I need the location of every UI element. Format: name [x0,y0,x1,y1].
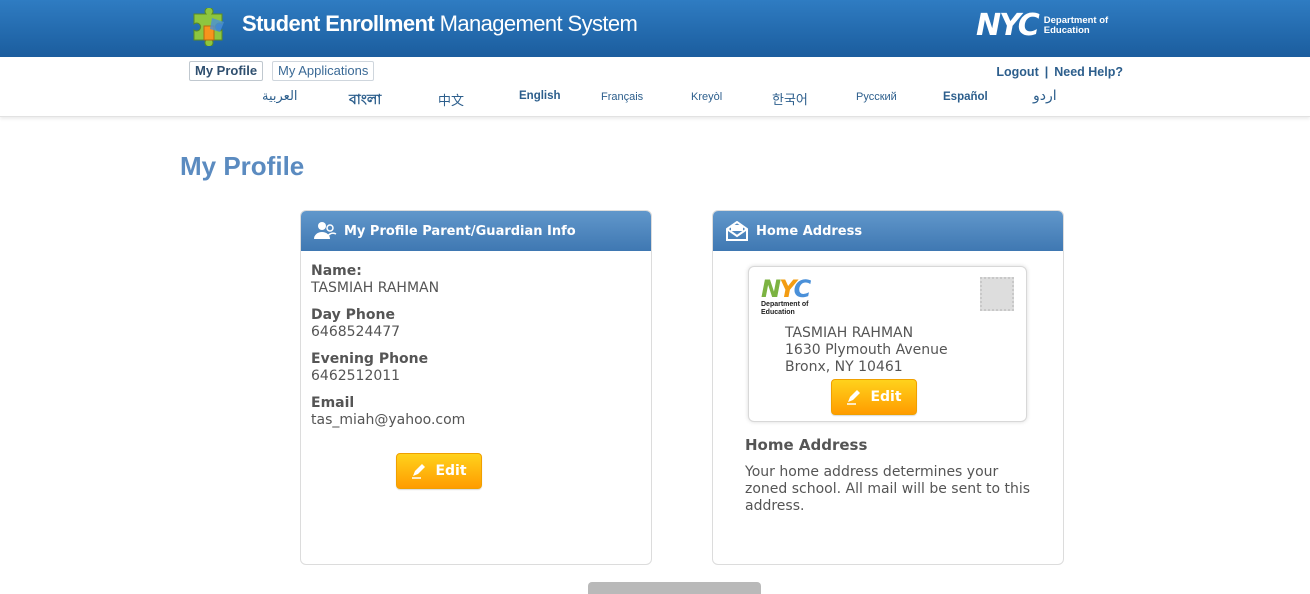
email-label: Email [311,395,355,411]
tab-my-profile[interactable]: My Profile [189,61,264,81]
guardian-card-title: My Profile Parent/Guardian Info [344,223,576,239]
address-info-title: Home Address [745,436,868,454]
pencil-icon [412,464,426,479]
lang-french[interactable]: Français [601,91,643,103]
lang-russian[interactable]: Русский [856,91,897,103]
lang-chinese[interactable]: 中文 [438,90,464,109]
home-address-card: Home Address NYC Department of Education… [712,210,1064,565]
lang-kreyol[interactable]: Kreyòl [691,91,722,103]
page-title: My Profile [180,151,305,181]
top-links: Logout | Need Help? [996,65,1123,79]
lang-arabic[interactable]: العربية [262,89,298,104]
bottom-action-bar[interactable] [588,582,761,594]
name-label: Name: [311,263,362,279]
envelope-icon [725,220,749,242]
puzzle-logo-icon [193,8,224,46]
nyc-doe-logo: NYC Department of Education [976,11,1124,41]
envelope-nyc-logo: NYC Department of Education [761,277,821,317]
nyc-letters: NYC [761,275,811,303]
pencil-icon [847,390,861,405]
edit-guardian-button[interactable]: Edit [396,453,482,489]
address-city: Bronx, NY 10461 [785,359,903,375]
nyc-logo-dept: Department of Education [1043,15,1109,36]
address-card-title: Home Address [756,223,863,239]
guardian-fields: Name: TASMIAH RAHMAN Day Phone 646852447… [311,263,465,439]
lang-english[interactable]: English [519,90,561,102]
guardian-card-header: My Profile Parent/Guardian Info [301,211,651,251]
envelope-address: TASMIAH RAHMAN 1630 Plymouth Avenue Bron… [785,325,948,376]
address-envelope: NYC Department of Education TASMIAH RAHM… [748,266,1027,422]
guardian-info-card: My Profile Parent/Guardian Info Name: TA… [300,210,652,565]
lang-bengali[interactable]: বাংলা [349,88,381,112]
edit-guardian-label: Edit [435,463,467,479]
link-separator: | [1044,65,1049,79]
day-phone-value: 6468524477 [311,324,401,340]
address-street: 1630 Plymouth Avenue [785,342,948,358]
lang-urdu[interactable]: اردو [1033,88,1057,104]
nyc-logo-word: NYC [976,8,1040,43]
email-value: tas_miah@yahoo.com [311,412,466,428]
users-icon [313,220,337,242]
lang-korean[interactable]: 한국어 [772,89,808,108]
nav-bar: My Profile My Applications Logout | Need H… [0,57,1310,117]
header-bar: Student Enrollment Management System NYC… [0,0,1310,57]
evening-phone-value: 6462512011 [311,368,401,384]
app-title: Student Enrollment Management System [242,11,638,36]
evening-phone-label: Evening Phone [311,351,429,367]
day-phone-label: Day Phone [311,307,395,323]
envelope-logo-dept: Department of Education [761,301,809,316]
address-info-text: Your home address determines your zoned … [745,464,1031,514]
need-help-link[interactable]: Need Help? [1054,65,1123,79]
address-info: Home Address Your home address determine… [745,437,1035,515]
tab-my-applications[interactable]: My Applications [272,61,375,81]
address-name: TASMIAH RAHMAN [785,325,914,341]
address-card-header: Home Address [713,211,1063,251]
edit-address-button[interactable]: Edit [831,379,917,415]
envelope-logo-word: NYC [761,277,821,301]
stamp-icon [980,277,1014,311]
edit-address-label: Edit [870,389,902,405]
name-value: TASMIAH RAHMAN [311,280,440,296]
lang-spanish[interactable]: Español [943,91,988,103]
logout-link[interactable]: Logout [996,65,1038,79]
